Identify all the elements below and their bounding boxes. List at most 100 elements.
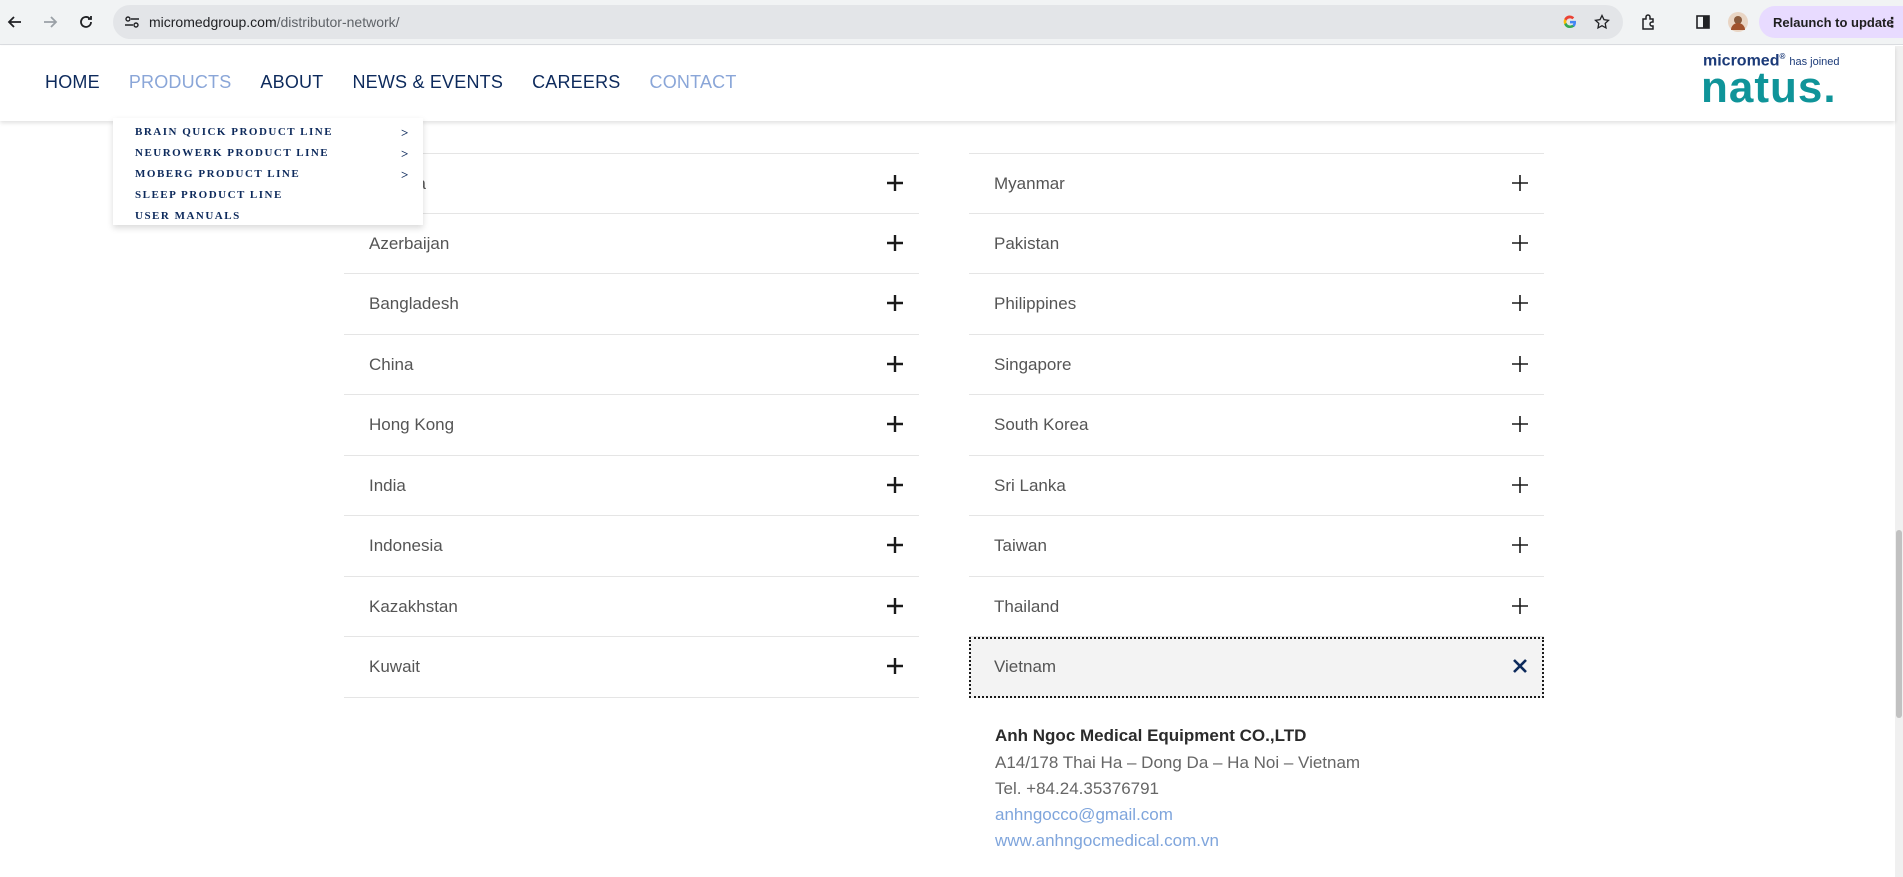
plus-icon[interactable] bbox=[1508, 231, 1532, 255]
back-arrow-icon[interactable] bbox=[3, 10, 27, 34]
country-label: Sri Lanka bbox=[994, 475, 1066, 495]
dropdown-item-brain-quick[interactable]: BRAIN QUICK PRODUCT LINE > bbox=[113, 122, 423, 143]
menu-products[interactable]: PRODUCTS bbox=[129, 72, 232, 93]
forward-arrow-icon[interactable] bbox=[38, 10, 62, 34]
reload-icon[interactable] bbox=[74, 10, 98, 34]
country-label: Pakistan bbox=[994, 233, 1060, 253]
dropdown-item-neurowerk[interactable]: NEUROWERK PRODUCT LINE > bbox=[113, 143, 423, 164]
plus-icon[interactable] bbox=[1508, 291, 1532, 315]
country-label: Taiwan bbox=[994, 536, 1047, 555]
accordion-row-australia[interactable]: lia bbox=[344, 153, 919, 214]
google-icon[interactable] bbox=[1561, 13, 1579, 31]
dropdown-item-user-manuals[interactable]: USER MANUALS bbox=[113, 206, 423, 227]
dropdown-item-label: USER MANUALS bbox=[135, 210, 241, 222]
url-host: micromedgroup.com bbox=[149, 14, 277, 30]
distributor-address: A14/178 Thai Ha – Dong Da – Ha Noi – Vie… bbox=[995, 753, 1361, 772]
menu-about[interactable]: ABOUT bbox=[260, 72, 323, 93]
accordion-row-myanmar[interactable]: Myanmar bbox=[969, 153, 1544, 214]
accordion-row-indonesia[interactable]: Indonesia bbox=[344, 516, 919, 577]
accordion-row-hong-kong[interactable]: Hong Kong bbox=[344, 395, 919, 456]
distributor-email-link[interactable]: anhngocco@gmail.com bbox=[995, 805, 1360, 825]
browser-toolbar: micromedgroup.com/distributor-network/ R… bbox=[0, 0, 1903, 45]
distributor-website-link[interactable]: www.anhngocmedical.com.vn bbox=[995, 831, 1360, 851]
country-label: South Korea bbox=[994, 415, 1089, 434]
site-settings-icon[interactable] bbox=[123, 13, 141, 31]
submenu-arrow-icon: > bbox=[401, 125, 410, 140]
plus-icon[interactable] bbox=[1508, 594, 1532, 618]
dropdown-item-sleep[interactable]: SLEEP PRODUCT LINE bbox=[113, 185, 423, 206]
country-list-left: lia Azerbaijan Bangladesh China Hong Kon… bbox=[344, 153, 919, 698]
close-icon[interactable] bbox=[1508, 654, 1532, 678]
plus-icon[interactable] bbox=[883, 291, 907, 315]
side-panel-icon[interactable] bbox=[1692, 11, 1714, 33]
country-label: Kuwait bbox=[369, 657, 421, 676]
logo-registered-mark: ® bbox=[1779, 52, 1786, 61]
plus-icon[interactable] bbox=[883, 352, 907, 376]
plus-icon[interactable] bbox=[1508, 412, 1532, 436]
plus-icon[interactable] bbox=[883, 473, 907, 497]
accordion-row-south-korea[interactable]: South Korea bbox=[969, 395, 1544, 456]
url-text: micromedgroup.com/distributor-network/ bbox=[149, 14, 400, 30]
submenu-arrow-icon: > bbox=[401, 167, 410, 182]
products-dropdown: BRAIN QUICK PRODUCT LINE > NEUROWERK PROD… bbox=[113, 118, 423, 225]
menu-contact[interactable]: CONTACT bbox=[650, 72, 737, 93]
menu-news-events[interactable]: NEWS & EVENTS bbox=[352, 72, 503, 93]
country-label: India bbox=[369, 475, 406, 495]
accordion-row-taiwan[interactable]: Taiwan bbox=[969, 516, 1544, 577]
relaunch-button[interactable]: Relaunch to update ⋮ bbox=[1759, 6, 1903, 38]
plus-icon[interactable] bbox=[883, 171, 907, 195]
plus-icon[interactable] bbox=[1508, 533, 1532, 557]
scrollbar-thumb[interactable] bbox=[1896, 530, 1902, 718]
accordion-row-philippines[interactable]: Philippines bbox=[969, 274, 1544, 335]
dropdown-item-label: NEUROWERK PRODUCT LINE bbox=[135, 147, 330, 159]
country-label: Indonesia bbox=[369, 536, 443, 555]
extensions-icon[interactable] bbox=[1638, 11, 1660, 33]
accordion-row-sri-lanka[interactable]: Sri Lanka bbox=[969, 456, 1544, 516]
accordion-row-singapore[interactable]: Singapore bbox=[969, 335, 1544, 395]
plus-icon[interactable] bbox=[883, 231, 907, 255]
logo-natus: natus. bbox=[1701, 63, 1837, 112]
distributor-phone: Tel. +84.24.35376791 bbox=[995, 779, 1160, 798]
site-logo[interactable]: micromed® has joined natus. bbox=[1701, 52, 1853, 114]
plus-icon[interactable] bbox=[883, 654, 907, 678]
menu-careers[interactable]: CAREERS bbox=[532, 72, 620, 93]
plus-icon[interactable] bbox=[883, 412, 907, 436]
accordion-row-india[interactable]: India bbox=[344, 456, 919, 516]
address-bar[interactable]: micromedgroup.com/distributor-network/ bbox=[113, 5, 1623, 39]
page-scrollbar[interactable] bbox=[1895, 46, 1903, 877]
menu-home[interactable]: HOME bbox=[45, 72, 100, 93]
plus-icon[interactable] bbox=[883, 594, 907, 618]
accordion-row-kuwait[interactable]: Kuwait bbox=[344, 637, 919, 698]
country-label: Thailand bbox=[994, 596, 1060, 616]
country-label: Hong Kong bbox=[369, 415, 455, 434]
accordion-row-china[interactable]: China bbox=[344, 335, 919, 395]
accordion-row-bangladesh[interactable]: Bangladesh bbox=[344, 274, 919, 335]
country-label: Philippines bbox=[994, 294, 1077, 313]
plus-icon[interactable] bbox=[1508, 473, 1532, 497]
submenu-arrow-icon: > bbox=[401, 146, 410, 161]
distributor-company-name: Anh Ngoc Medical Equipment CO.,LTD bbox=[995, 726, 1307, 745]
country-label: Bangladesh bbox=[369, 294, 459, 313]
distributor-detail-vietnam: Anh Ngoc Medical Equipment CO.,LTD A14/1… bbox=[995, 726, 1360, 857]
plus-icon[interactable] bbox=[883, 533, 907, 557]
country-label: Vietnam bbox=[994, 657, 1057, 676]
country-label: Singapore bbox=[994, 354, 1072, 374]
dropdown-item-label: MOBERG PRODUCT LINE bbox=[135, 168, 301, 180]
accordion-row-azerbaijan[interactable]: Azerbaijan bbox=[344, 214, 919, 274]
dropdown-item-label: SLEEP PRODUCT LINE bbox=[135, 189, 283, 201]
url-path: /distributor-network/ bbox=[276, 14, 400, 30]
plus-icon[interactable] bbox=[1508, 352, 1532, 376]
bookmark-star-icon[interactable] bbox=[1593, 13, 1611, 31]
accordion-row-vietnam[interactable]: Vietnam bbox=[969, 637, 1544, 698]
plus-icon[interactable] bbox=[1508, 171, 1532, 195]
accordion-row-pakistan[interactable]: Pakistan bbox=[969, 214, 1544, 274]
profile-avatar-icon[interactable] bbox=[1727, 11, 1749, 33]
accordion-row-kazakhstan[interactable]: Kazakhstan bbox=[344, 577, 919, 637]
country-list-right: Myanmar Pakistan Philippines Singapore S… bbox=[969, 153, 1544, 698]
country-label: China bbox=[369, 354, 414, 374]
dropdown-item-moberg[interactable]: MOBERG PRODUCT LINE > bbox=[113, 164, 423, 185]
main-menu: HOME PRODUCTS ABOUT NEWS & EVENTS CAREER… bbox=[45, 72, 766, 93]
site-header: HOME PRODUCTS ABOUT NEWS & EVENTS CAREER… bbox=[0, 46, 1895, 121]
more-menu-icon[interactable]: ⋮ bbox=[1885, 14, 1899, 31]
accordion-row-thailand[interactable]: Thailand bbox=[969, 577, 1544, 637]
